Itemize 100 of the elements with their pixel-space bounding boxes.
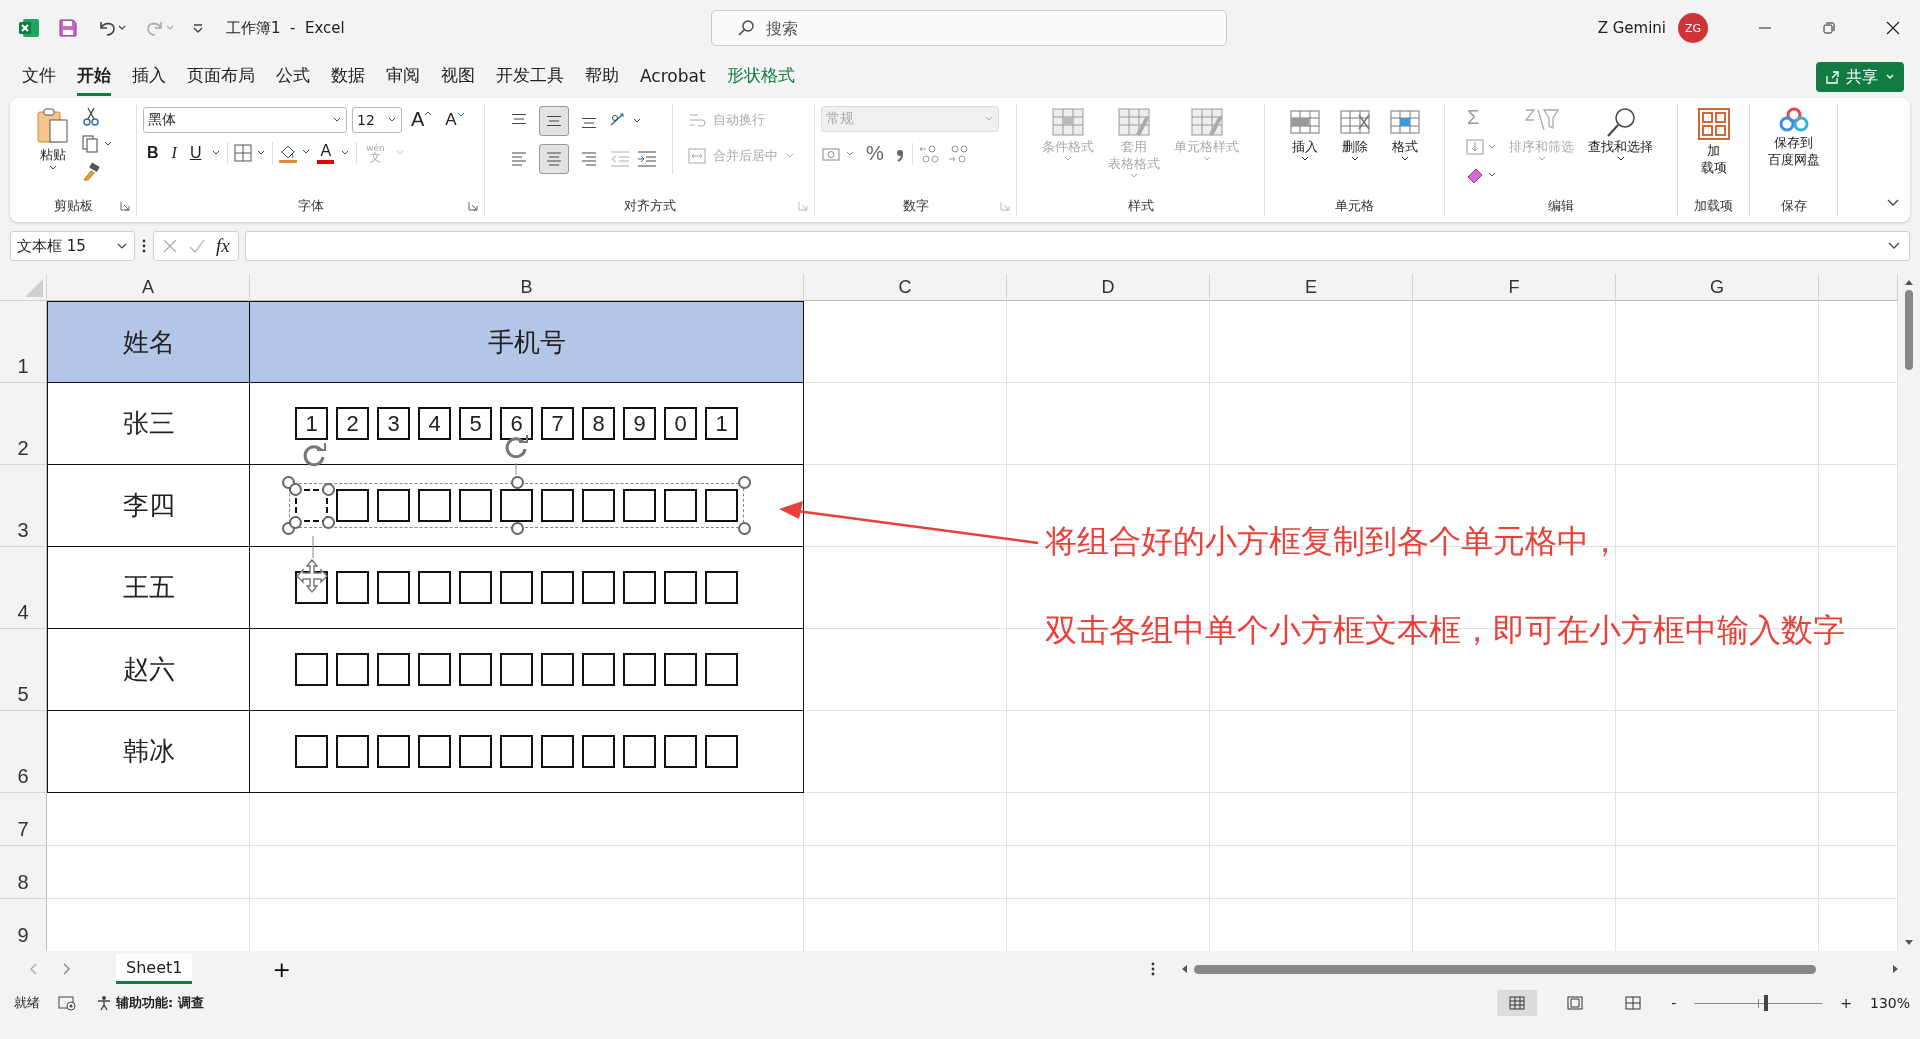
horizontal-align-button[interactable]: [538, 144, 569, 174]
column-header[interactable]: G: [1616, 274, 1819, 301]
percent-button[interactable]: %: [862, 140, 888, 167]
digit-box[interactable]: [459, 653, 492, 686]
ribbon-tab[interactable]: 数据: [331, 58, 365, 96]
digit-box[interactable]: [336, 489, 369, 522]
digit-box[interactable]: [541, 571, 574, 604]
increase-indent-icon[interactable]: [635, 150, 658, 168]
digit-box[interactable]: [541, 735, 574, 768]
scroll-right-icon[interactable]: [1892, 964, 1900, 974]
save-icon[interactable]: [58, 18, 78, 38]
digit-box[interactable]: [623, 653, 656, 686]
formula-input[interactable]: [244, 231, 1910, 261]
ribbon-tab[interactable]: 视图: [441, 58, 475, 96]
increase-font-button[interactable]: A: [407, 106, 437, 133]
digit-box[interactable]: [500, 489, 533, 522]
decrease-font-button[interactable]: A: [441, 107, 469, 132]
ribbon-tab[interactable]: 形状格式: [726, 58, 795, 96]
font-color-button[interactable]: A: [317, 142, 335, 164]
paste-button[interactable]: 粘贴: [31, 104, 75, 174]
row-header[interactable]: 5: [0, 629, 47, 711]
zoom-out-button[interactable]: -: [1671, 995, 1677, 1011]
dialog-launcher-icon[interactable]: [468, 201, 478, 211]
decrease-decimal-icon[interactable]: [946, 142, 971, 165]
accessibility-status[interactable]: 辅助功能: 调查: [96, 994, 204, 1012]
digit-box[interactable]: [623, 489, 656, 522]
collapse-ribbon-icon[interactable]: [1886, 198, 1900, 208]
zoom-slider-thumb[interactable]: [1763, 995, 1768, 1011]
next-sheet-icon[interactable]: [62, 962, 72, 976]
italic-button[interactable]: I: [167, 142, 181, 164]
zoom-slider[interactable]: [1694, 994, 1823, 1012]
resize-handle[interactable]: [322, 516, 335, 529]
digit-box[interactable]: [582, 735, 615, 768]
digit-box[interactable]: 8: [582, 407, 615, 440]
digit-box[interactable]: [541, 653, 574, 686]
digit-box[interactable]: [295, 653, 328, 686]
resize-handle[interactable]: [738, 522, 751, 535]
digit-box[interactable]: [582, 489, 615, 522]
row-header[interactable]: 3: [0, 465, 47, 547]
digit-box[interactable]: [582, 653, 615, 686]
digit-box[interactable]: [336, 735, 369, 768]
cells-button[interactable]: 插入: [1282, 104, 1327, 165]
row-header[interactable]: 1: [0, 301, 47, 383]
find-select-button[interactable]: 查找和选择: [1584, 104, 1657, 165]
selection-frame[interactable]: [282, 476, 751, 535]
ribbon-tab[interactable]: 公式: [276, 58, 310, 96]
row-header[interactable]: 2: [0, 383, 47, 465]
ribbon-tab[interactable]: Acrobat: [640, 59, 706, 95]
sheet-tab[interactable]: Sheet1: [116, 954, 193, 984]
digit-box[interactable]: [705, 735, 738, 768]
digit-box[interactable]: [623, 735, 656, 768]
digit-box[interactable]: [500, 653, 533, 686]
name-box[interactable]: 文本框 15: [10, 231, 135, 261]
column-header[interactable]: D: [1007, 274, 1210, 301]
resize-handle[interactable]: [322, 483, 335, 496]
ribbon-tab[interactable]: 审阅: [386, 58, 420, 96]
search-field[interactable]: 搜索: [711, 10, 1227, 46]
scroll-down-icon[interactable]: [1904, 939, 1914, 947]
digit-box[interactable]: [664, 571, 697, 604]
digit-box[interactable]: [500, 571, 533, 604]
digit-box[interactable]: [705, 571, 738, 604]
close-icon[interactable]: [1886, 21, 1900, 35]
vertical-align-button[interactable]: [538, 106, 569, 136]
more-options-icon[interactable]: [1150, 961, 1156, 977]
digit-box[interactable]: [541, 489, 574, 522]
scroll-left-icon[interactable]: [1180, 964, 1188, 974]
row-header[interactable]: 7: [0, 793, 47, 846]
digit-box[interactable]: 6: [500, 407, 533, 440]
digit-box[interactable]: [418, 653, 451, 686]
digit-box[interactable]: [664, 735, 697, 768]
bold-button[interactable]: B: [143, 142, 163, 164]
save-to-cloud-button[interactable]: 保存到 百度网盘: [1763, 104, 1824, 170]
row-header[interactable]: 9: [0, 899, 47, 951]
view-button[interactable]: [1497, 990, 1538, 1016]
scissors-icon[interactable]: [81, 106, 101, 126]
add-sheet-button[interactable]: +: [266, 955, 297, 983]
resize-handle[interactable]: [738, 476, 751, 489]
scrollbar-thumb[interactable]: [1194, 964, 1816, 974]
font-name-dropdown[interactable]: 黑体: [143, 106, 347, 133]
increase-decimal-icon[interactable]: [917, 142, 942, 165]
resize-handle[interactable]: [510, 522, 524, 535]
digit-box[interactable]: [377, 735, 410, 768]
digit-box[interactable]: [623, 571, 656, 604]
ribbon-tab[interactable]: 文件: [22, 58, 56, 96]
digit-box[interactable]: [377, 653, 410, 686]
ribbon-tab[interactable]: 帮助: [585, 58, 619, 96]
digit-box[interactable]: [705, 489, 738, 522]
zoom-in-button[interactable]: +: [1840, 995, 1852, 1011]
digit-box[interactable]: 7: [541, 407, 574, 440]
brush-icon[interactable]: [81, 162, 101, 182]
digit-box[interactable]: 5: [459, 407, 492, 440]
scrollbar-thumb[interactable]: [1905, 290, 1913, 370]
more-options-icon[interactable]: [141, 238, 147, 254]
cells-button[interactable]: 格式: [1382, 104, 1427, 165]
digit-box[interactable]: [459, 571, 492, 604]
column-header[interactable]: B: [250, 274, 804, 301]
digit-box[interactable]: 3: [377, 407, 410, 440]
ribbon-tab[interactable]: 开发工具: [496, 58, 564, 96]
column-header[interactable]: C: [804, 274, 1007, 301]
digit-box[interactable]: [664, 653, 697, 686]
